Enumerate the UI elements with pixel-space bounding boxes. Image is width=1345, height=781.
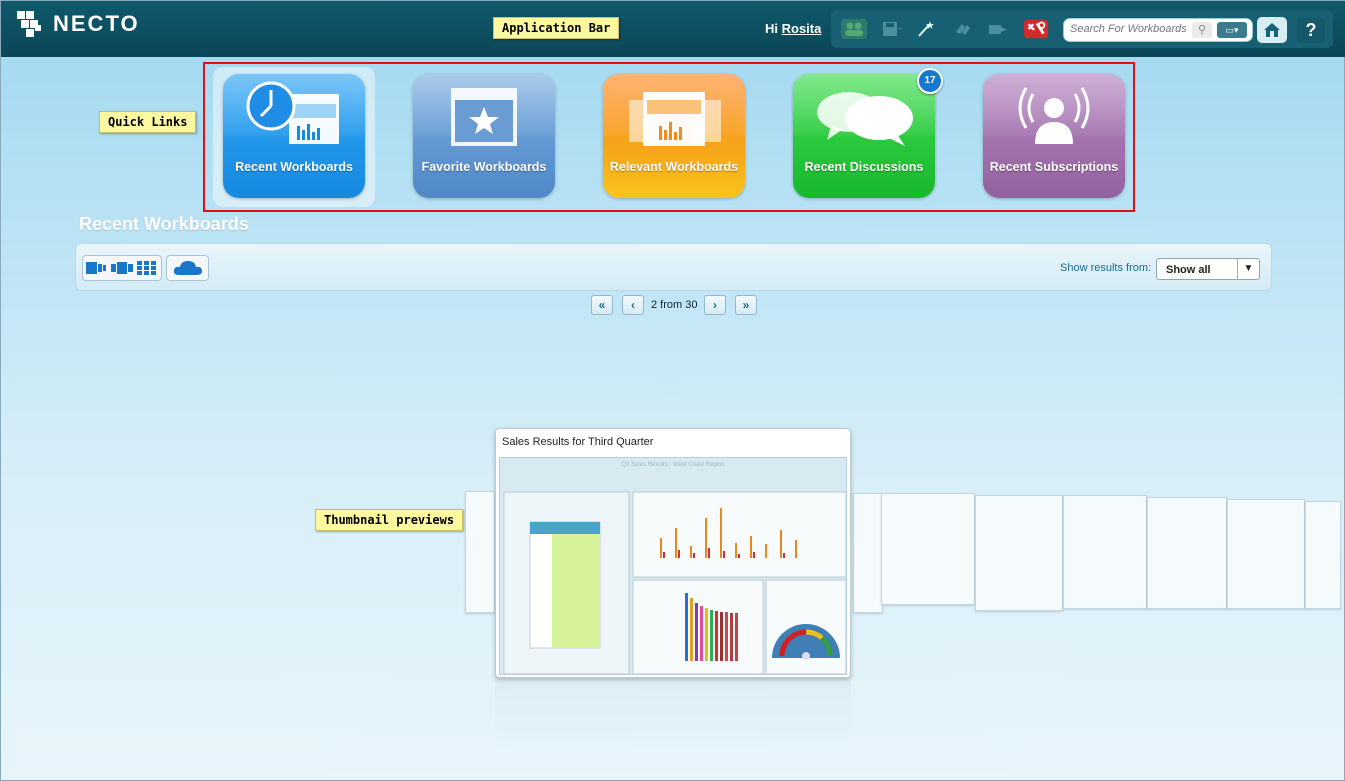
search-options-button[interactable]: ▭▾ — [1217, 22, 1247, 38]
user-greeting: Hi Rosita — [765, 21, 821, 36]
workboard-thumbnail[interactable] — [1227, 499, 1305, 609]
quick-link-recent-workboards[interactable]: Recent Workboards — [223, 74, 365, 198]
next-page-button[interactable]: › — [704, 295, 726, 315]
carousel-view-icon[interactable] — [86, 261, 108, 275]
greeting-prefix: Hi — [765, 21, 778, 36]
workboard-thumbnail-main[interactable]: Sales Results for Third Quarter Q3 Sales… — [495, 428, 851, 678]
callout-application-bar: Application Bar — [493, 17, 620, 39]
cloud-icon — [173, 261, 202, 275]
quick-link-relevant-workboards[interactable]: Relevant Workboards — [603, 74, 745, 198]
coverflow-view-icon[interactable] — [110, 261, 133, 275]
workboard-thumbnail[interactable] — [465, 491, 495, 613]
quick-link-label: Recent Discussions — [804, 160, 924, 174]
quick-link-label: Relevant Workboards — [609, 160, 739, 174]
recent-workboards-icon — [246, 81, 339, 144]
relevant-workboards-icon — [629, 92, 721, 146]
workboard-thumbnail[interactable] — [1305, 501, 1341, 609]
page-indicator: 2 from 30 — [651, 299, 698, 311]
workboard-thumbnail[interactable] — [881, 493, 975, 605]
quick-link-recent-discussions[interactable]: Recent Discussions — [793, 74, 935, 198]
toolbar-link-icon[interactable] — [949, 18, 975, 40]
quick-link-label: Recent Subscriptions — [989, 160, 1119, 174]
toolbar-users-icon[interactable] — [841, 18, 867, 40]
quick-link-label: Favorite Workboards — [421, 160, 547, 174]
help-button[interactable]: ? — [1297, 17, 1325, 43]
callout-thumbnail-previews: Thumbnail previews — [315, 509, 464, 531]
logo-icon — [17, 11, 49, 37]
thumbnail-title: Sales Results for Third Quarter — [502, 436, 654, 448]
show-results-select[interactable]: Show all ▼ — [1156, 258, 1260, 280]
toolbar-export-icon[interactable] — [985, 18, 1011, 40]
toolbar-tools-icon[interactable] — [1023, 18, 1049, 40]
necto-logo[interactable]: NECTO — [17, 11, 140, 37]
favorite-workboards-icon — [451, 88, 517, 146]
workboard-thumbnail[interactable] — [1063, 495, 1147, 609]
thumbnail-reflection — [495, 680, 851, 750]
cloud-view-button[interactable] — [166, 255, 209, 281]
home-icon — [1264, 23, 1280, 37]
home-button[interactable] — [1257, 17, 1287, 43]
logo-text: NECTO — [53, 11, 140, 36]
grid-view-icon[interactable] — [136, 261, 158, 275]
thumbnail-dashboard-art — [503, 491, 846, 674]
quick-link-favorite-workboards[interactable]: Favorite Workboards — [413, 74, 555, 198]
show-results-label: Show results from: — [1060, 262, 1152, 274]
quick-link-label: Recent Workboards — [235, 160, 353, 174]
results-toolbar: Show results from: Show all ▼ — [75, 243, 1272, 291]
discussions-count-badge: 17 — [917, 68, 943, 94]
workboard-thumbnail[interactable] — [853, 493, 883, 613]
workboard-search: ⚲ ▭▾ — [1063, 18, 1253, 42]
application-bar: NECTO Hi Rosita ⚲ ▭▾ ? — [1, 1, 1345, 57]
view-mode-group — [82, 255, 162, 281]
first-page-button[interactable]: « — [591, 295, 613, 315]
callout-quick-links: Quick Links — [99, 111, 197, 133]
thumbnail-preview: Q3 Sales Results - West Coast Region — [499, 457, 847, 675]
recent-discussions-icon — [817, 92, 913, 146]
section-title: Recent Workboards — [79, 214, 249, 234]
search-icon[interactable]: ⚲ — [1192, 22, 1212, 38]
quick-link-recent-subscriptions[interactable]: Recent Subscriptions — [983, 74, 1125, 198]
workboard-thumbnail[interactable] — [1147, 497, 1227, 609]
previous-page-button[interactable]: ‹ — [622, 295, 644, 315]
toolbar-wand-icon[interactable] — [913, 18, 939, 40]
workboard-thumbnail[interactable] — [975, 495, 1063, 611]
search-input[interactable] — [1070, 23, 1190, 35]
last-page-button[interactable]: » — [735, 295, 757, 315]
show-results-value: Show all — [1166, 264, 1211, 276]
chevron-down-icon: ▼ — [1237, 259, 1259, 279]
recent-subscriptions-icon — [1018, 87, 1090, 144]
toolbar-save-icon[interactable] — [879, 18, 905, 40]
user-name-link[interactable]: Rosita — [782, 21, 822, 36]
